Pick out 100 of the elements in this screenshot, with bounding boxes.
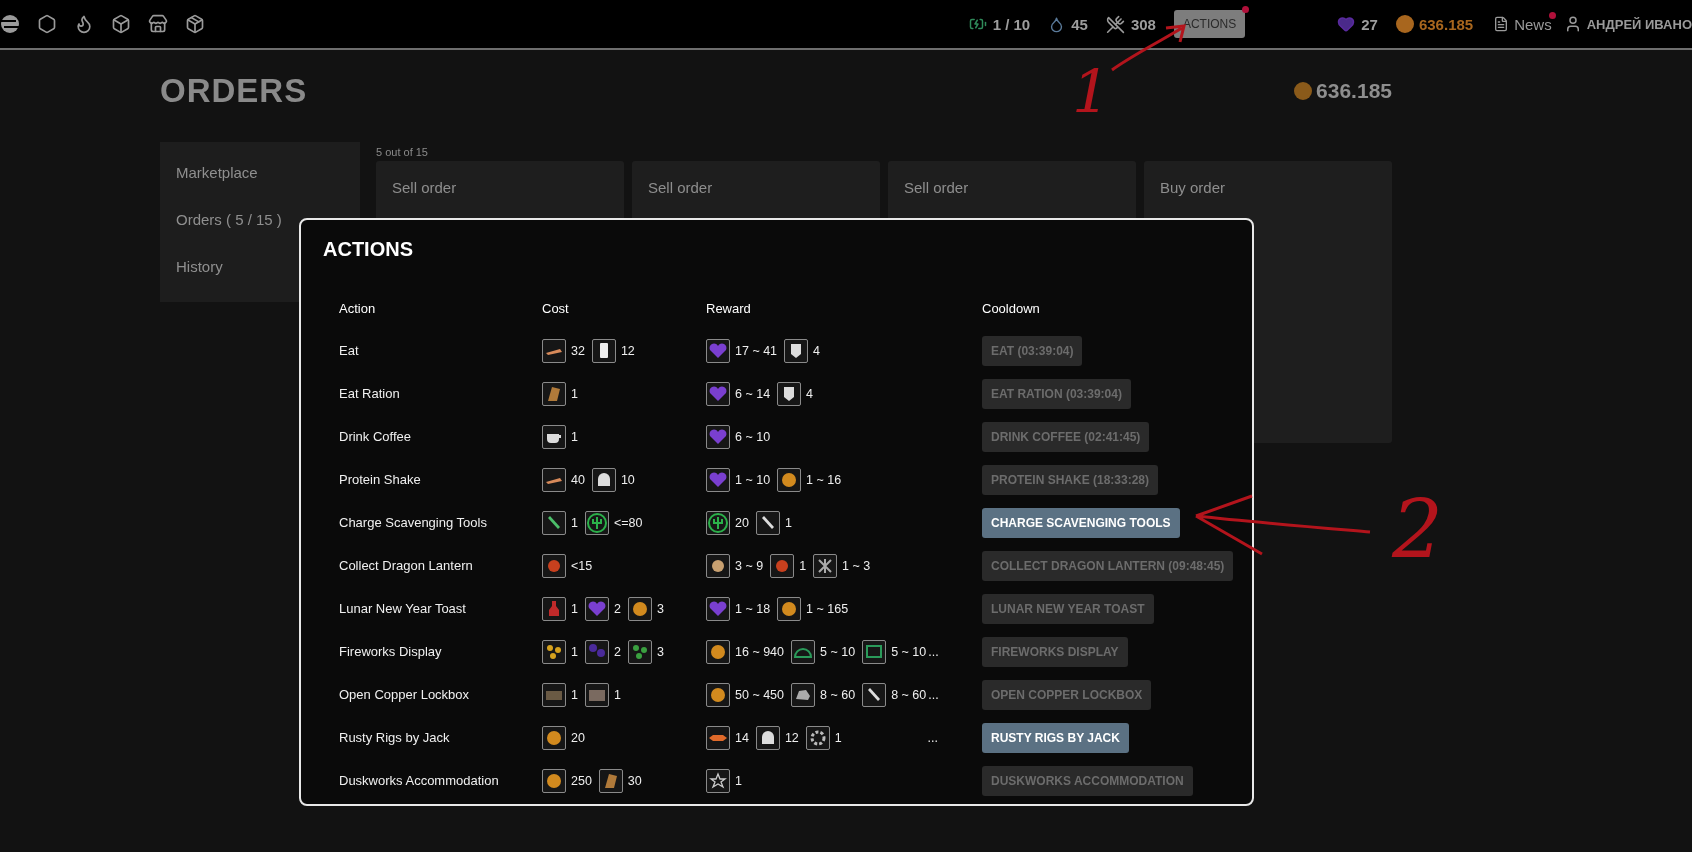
bottle-icon [542, 596, 566, 621]
column-header: Action [339, 301, 377, 316]
amount-text: 2 [613, 601, 621, 616]
coin-icon [777, 596, 802, 621]
coin-icon [706, 639, 730, 664]
card-title: Buy order [1160, 179, 1226, 196]
action-name: Protein Shake [339, 472, 422, 487]
coins-count: 636.185 [1418, 15, 1474, 33]
amount-text: 12 [784, 730, 799, 745]
amount-text: 2 [613, 644, 621, 659]
column-header: Cooldown [982, 301, 1041, 316]
coin-icon [542, 725, 566, 750]
sidebar-item[interactable]: Marketplace [176, 164, 360, 181]
page-title: ORDERS [160, 72, 308, 110]
amount-text: 40 [571, 472, 585, 487]
more-text: ... [927, 730, 938, 745]
balance-text: 636.185 [1316, 79, 1392, 103]
striped-circle-icon[interactable] [0, 14, 20, 34]
action-name: Eat [339, 343, 360, 358]
stat-value: 1 / 10 [992, 15, 1031, 33]
dome-icon [791, 639, 815, 664]
rock-icon [791, 682, 815, 707]
action-name: Open Copper Lockbox [339, 687, 471, 702]
coin-icon [627, 596, 652, 621]
claw-icon [706, 510, 730, 535]
hexagon-icon[interactable] [37, 14, 57, 34]
action-button[interactable]: RUSTY RIGS BY JACK [982, 722, 1129, 753]
amount-text: 1 [784, 515, 792, 530]
amount-text: 1 ~ 165 [806, 601, 849, 616]
annotation-text: 2 [1392, 490, 1443, 570]
utensils-icon [1105, 14, 1125, 34]
amount-text: 8 ~ 60 [891, 687, 927, 702]
column-header: Cost [542, 301, 570, 316]
column-header: Reward [706, 301, 752, 316]
amount-text: 30 [627, 773, 642, 788]
coin-icon [1294, 82, 1313, 100]
card-title: Sell order [904, 179, 969, 196]
amount-text: 1 ~ 10 [735, 472, 771, 487]
amount-text: 5 ~ 10 [820, 644, 856, 659]
user-name[interactable]: АНДРЕЙ ИВАНО [1586, 16, 1692, 32]
amount-text: 32 [571, 343, 585, 358]
amount-text: 1 [799, 558, 807, 573]
amount-text: 1 [571, 429, 578, 444]
rod-icon [862, 682, 887, 707]
rod-icon [755, 510, 780, 535]
hearts-count: 27 [1361, 15, 1378, 33]
cup-icon [542, 424, 566, 449]
action-name: Drink Coffee [339, 429, 412, 444]
card-title: Sell order [648, 179, 713, 196]
amount-text: 1 [613, 687, 621, 702]
action-name: Charge Scavenging Tools [339, 515, 488, 530]
amount-text: 1 ~ 18 [735, 601, 771, 616]
amount-text: 1 [735, 773, 742, 788]
amount-text: 3 ~ 9 [735, 558, 764, 573]
amount-text: 1 ~ 16 [806, 472, 842, 487]
action-button[interactable]: CHARGE SCAVENGING TOOLS [982, 507, 1180, 538]
monitor-icon [862, 639, 887, 664]
package-icon[interactable] [185, 14, 205, 34]
news-link[interactable]: News [1493, 15, 1552, 33]
amount-text: 8 ~ 60 [820, 687, 856, 702]
store-icon[interactable] [148, 14, 168, 34]
action-name: Lunar New Year Toast [339, 601, 467, 616]
amount-text: 12 [620, 343, 635, 358]
amount-text: 1 [571, 601, 578, 616]
dialog-title: ACTIONS [323, 238, 414, 261]
amount-text: 14 [735, 730, 749, 745]
amount-text: 250 [571, 773, 592, 788]
amount-text: 1 [571, 386, 578, 401]
cube-icon[interactable] [111, 14, 131, 34]
amount-text: 3 [656, 644, 664, 659]
stat-value: 308 [1130, 15, 1156, 33]
amount-text: 1 [571, 687, 578, 702]
action-name: Fireworks Display [339, 644, 443, 659]
annotation-text: 1 [1072, 62, 1111, 122]
coin-icon [1395, 15, 1414, 33]
amount-text: <15 [571, 558, 593, 573]
amount-text: 16 ~ 940 [735, 644, 784, 659]
amount-text: 1 ~ 3 [842, 558, 871, 573]
coin-icon [777, 467, 802, 492]
heart-icon [1337, 15, 1356, 33]
amount-text: 1 [571, 644, 578, 659]
can-icon [591, 338, 616, 363]
rod-icon [542, 510, 566, 535]
amount-text: 1 [834, 730, 842, 745]
amount-text: 17 ~ 41 [735, 343, 778, 358]
amount-text: 50 ~ 450 [735, 687, 784, 702]
document-icon [1493, 16, 1510, 32]
flame-icon[interactable] [74, 14, 94, 34]
coin-icon [706, 682, 730, 707]
more-text: ... [928, 687, 939, 702]
amount-text: 6 ~ 14 [735, 386, 771, 401]
amount-text: 4 [806, 386, 814, 401]
order-count: 5 out of 15 [376, 146, 429, 158]
claw-icon [584, 510, 609, 535]
coin-icon [542, 768, 566, 793]
action-name: Collect Dragon Lantern [339, 558, 474, 573]
amount-text: <=80 [613, 515, 643, 530]
amount-text: 20 [571, 730, 585, 745]
amount-text: 1 [571, 515, 578, 530]
amount-text: 3 [656, 601, 664, 616]
